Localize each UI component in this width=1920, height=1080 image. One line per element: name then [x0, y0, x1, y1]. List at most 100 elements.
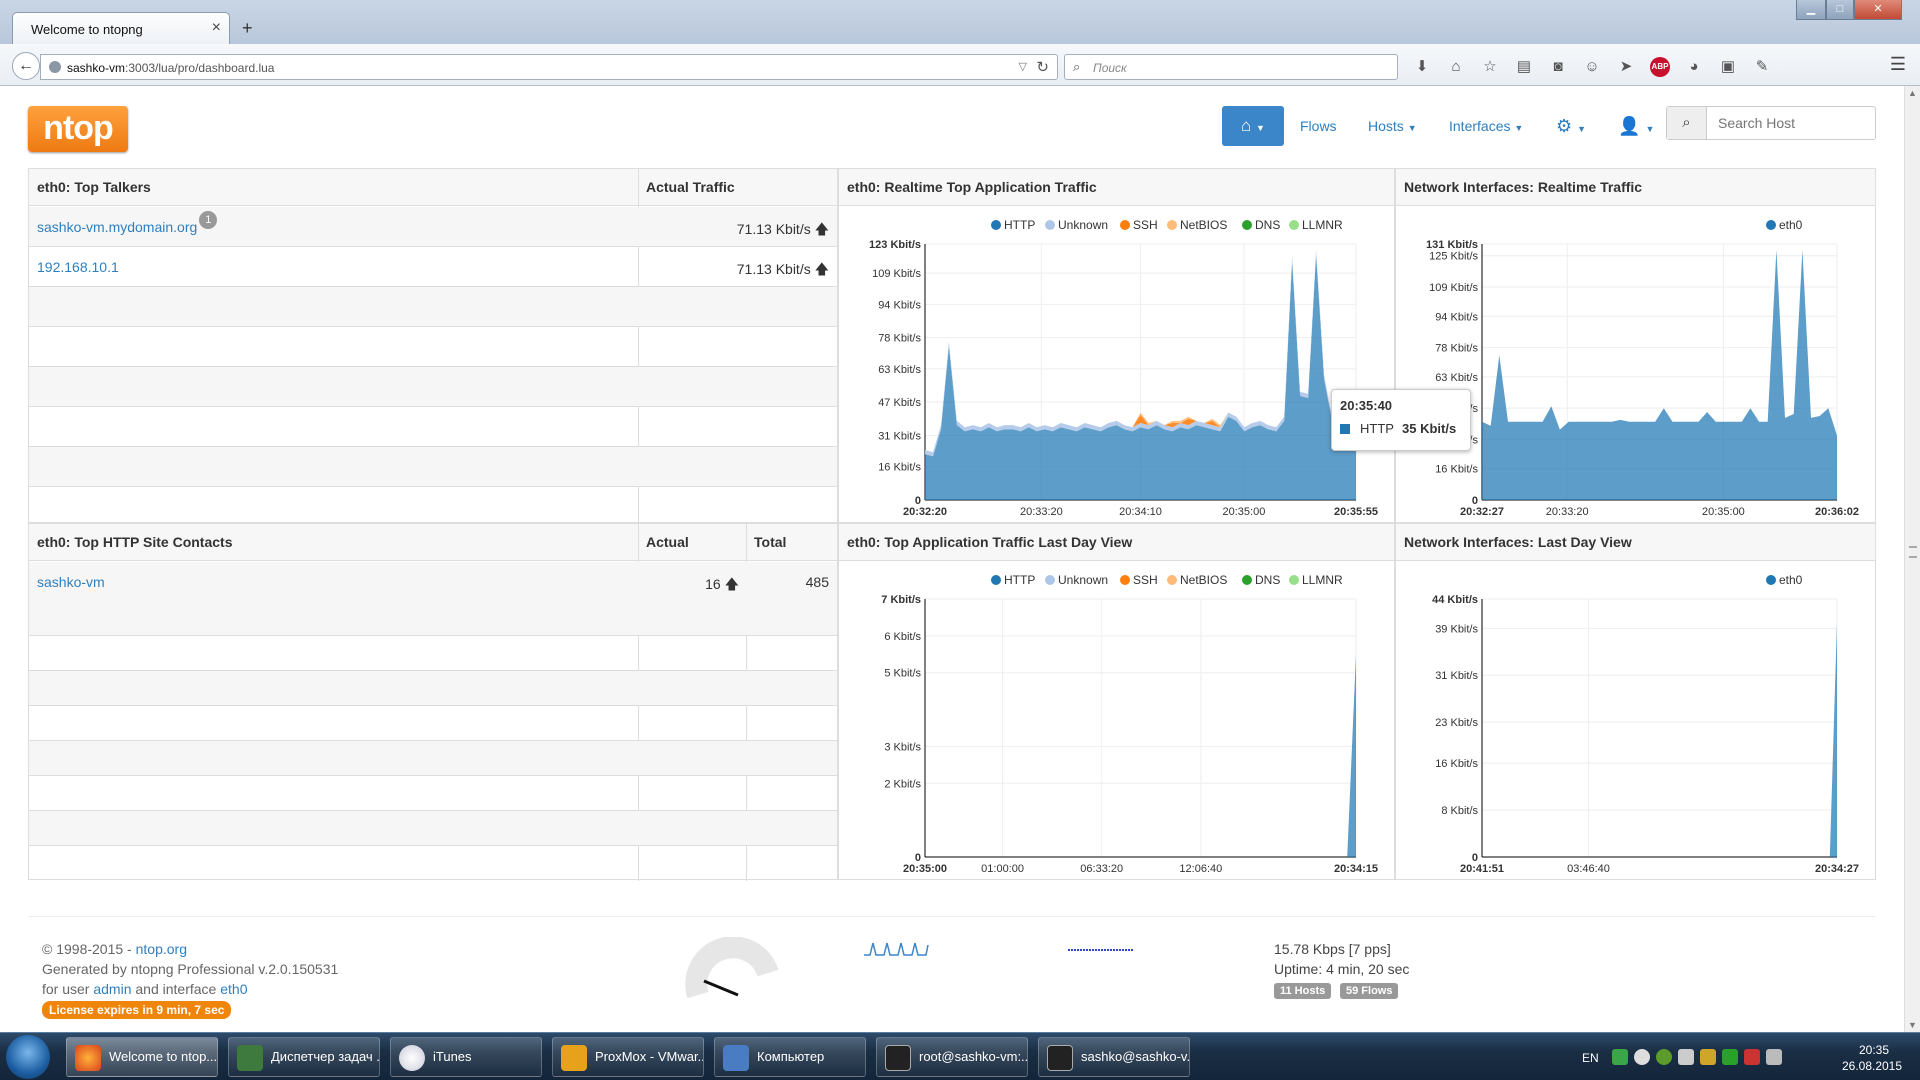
interfaces-menu[interactable]: Interfaces ▼ [1449, 106, 1523, 146]
scroll-down-icon[interactable]: ▼ [1908, 1020, 1917, 1030]
reload-icon[interactable]: ↻ [1036, 58, 1049, 76]
legend-swatch [1120, 220, 1130, 230]
legend-label: Unknown [1058, 573, 1108, 587]
new-tab-icon[interactable]: + [242, 18, 253, 39]
tray-security-icon[interactable] [1656, 1049, 1672, 1065]
table-row [29, 487, 837, 527]
task-vmware[interactable]: ProxMox - VMwar... [552, 1037, 704, 1077]
close-window-icon[interactable]: ✕ [1854, 0, 1902, 20]
y-tick-label: 94 Kbit/s [1435, 311, 1478, 323]
tray-sound-icon[interactable] [1766, 1049, 1782, 1065]
browser-search-box[interactable]: ⌕ Поиск [1064, 54, 1398, 80]
url-bar[interactable]: sashko-vm:3003/lua/pro/dashboard.lua ▽ ↻ [40, 54, 1058, 80]
clock-date[interactable]: 26.08.2015 [1836, 1059, 1908, 1073]
hosts-count-badge[interactable]: 11 Hosts [1274, 983, 1332, 999]
browser-tab[interactable]: Welcome to ntopng × [12, 12, 230, 44]
user-icon: 👤 [1618, 116, 1641, 136]
chevron-down-icon: ▼ [1407, 123, 1417, 133]
eth0-link[interactable]: eth0 [220, 981, 247, 997]
table-row [29, 671, 837, 706]
start-button-icon[interactable] [6, 1035, 50, 1079]
language-indicator[interactable]: EN [1582, 1051, 1599, 1065]
minimize-icon[interactable]: ▁ [1796, 0, 1826, 20]
task-task-manager[interactable]: Диспетчер задач ... [228, 1037, 380, 1077]
legend-swatch [1289, 220, 1299, 230]
tooltip-series: HTTP [1360, 421, 1394, 436]
x-tick-label: 12:06:40 [1179, 863, 1222, 875]
y-tick-label: 31 Kbit/s [1435, 670, 1478, 682]
tooltip-time: 20:35:40 [1340, 398, 1393, 413]
task-itunes[interactable]: iTunes [390, 1037, 542, 1077]
legend-swatch [1167, 575, 1177, 585]
admin-link[interactable]: admin [93, 981, 131, 997]
search-button[interactable]: ⌕ [1667, 107, 1707, 139]
clock-time[interactable]: 20:35 [1844, 1043, 1904, 1057]
send-icon[interactable]: ➤ [1612, 54, 1640, 80]
pocket-icon[interactable]: ◙ [1544, 54, 1572, 80]
app-realtime-chart[interactable]: HTTP Unknown SSH NetBIOS DNS LLMNR 0 16 Kbit/s 3… [839, 207, 1394, 522]
site-link[interactable]: sashko-vm [37, 574, 105, 590]
bookmark-star-icon[interactable]: ☆ [1476, 54, 1504, 80]
reading-list-icon[interactable]: ▤ [1510, 54, 1538, 80]
tray-flag-icon[interactable] [1744, 1049, 1760, 1065]
tray-network-icon[interactable] [1612, 1049, 1628, 1065]
download-icon[interactable]: ⬇ [1408, 54, 1436, 80]
tray-update-icon[interactable] [1634, 1049, 1650, 1065]
y-tick-label: 7 Kbit/s [881, 594, 921, 606]
x-tick-label: 20:36:02 [1815, 506, 1859, 518]
y-tick-label: 44 Kbit/s [1432, 594, 1478, 606]
close-tab-icon[interactable]: × [212, 19, 221, 37]
flows-link[interactable]: Flows [1300, 106, 1337, 146]
task-manager-icon [237, 1045, 263, 1071]
home-menu-button[interactable]: ⌂ ▼ [1222, 106, 1284, 146]
menu-icon[interactable]: ☰ [1890, 54, 1906, 75]
task-computer[interactable]: Компьютер [714, 1037, 866, 1077]
scroll-grip-icon[interactable] [1909, 546, 1917, 558]
task-firefox[interactable]: Welcome to ntop... [66, 1037, 218, 1077]
extension-face-icon[interactable]: ☺ [1578, 54, 1606, 80]
home-icon[interactable]: ⌂ [1442, 54, 1470, 80]
chart-svg: eth008 Kbit/s16 Kbit/s23 Kbit/s31 Kbit/s… [1432, 573, 1859, 875]
tray-check-icon[interactable] [1722, 1049, 1738, 1065]
site-identity-icon[interactable] [49, 61, 61, 73]
back-arrow-icon[interactable]: ← [12, 52, 40, 80]
ntop-logo[interactable]: ntop [28, 106, 128, 152]
tray-app-icon[interactable] [1678, 1049, 1694, 1065]
legend-swatch [1242, 220, 1252, 230]
hosts-menu[interactable]: Hosts ▼ [1368, 106, 1417, 146]
search-host-input[interactable] [1708, 107, 1874, 139]
task-user-terminal[interactable]: sashko@sashko-v... [1038, 1037, 1190, 1077]
search-icon: ⌕ [1073, 59, 1081, 74]
top-talkers-title: eth0: Top Talkers [29, 169, 638, 206]
host-link[interactable]: sashko-vm.mydomain.org 1 [37, 211, 218, 237]
if-realtime-chart[interactable]: eth0016 Kbit/s31 Kbit/s47 Kbit/s63 Kbit/… [1396, 207, 1875, 522]
ntop-org-link[interactable]: ntop.org [136, 941, 187, 957]
x-tick-label: 01:00:00 [981, 863, 1024, 875]
y-tick-label: 109 Kbit/s [1429, 282, 1478, 294]
settings-menu[interactable]: ⚙ ▼ [1556, 106, 1586, 146]
translate-icon[interactable]: ▣ [1714, 54, 1742, 80]
chevron-down-icon: ▼ [1514, 123, 1524, 133]
host-link[interactable]: 192.168.10.1 [37, 259, 119, 275]
y-tick-label: 5 Kbit/s [884, 668, 921, 680]
if-lastday-chart[interactable]: eth0 0 8 Kbit/s 16 Kbit/s 23 Kbit/s 31 Kbit/s… [1396, 562, 1875, 879]
user-menu[interactable]: 👤 ▼ [1618, 106, 1654, 146]
flows-count-badge[interactable]: 59 Flows [1340, 983, 1399, 999]
scroll-up-icon[interactable]: ▲ [1908, 88, 1917, 98]
legend-label: eth0 [1779, 218, 1803, 232]
task-root-terminal[interactable]: root@sashko-vm:... [876, 1037, 1028, 1077]
browser-navbar: ← sashko-vm:3003/lua/pro/dashboard.lua ▽… [0, 44, 1920, 86]
traffic-value: 71.13 Kbit/s 🡅 [736, 261, 829, 277]
adblock-icon[interactable]: ABP [1650, 57, 1670, 77]
chat-icon[interactable]: ◕ [1680, 54, 1708, 80]
browser-search-placeholder: Поиск [1093, 61, 1127, 75]
url-dropdown-icon[interactable]: ▽ [1019, 60, 1027, 73]
y-tick-label: 131 Kbit/s [1426, 239, 1478, 251]
page-scrollbar[interactable]: ▲ ▼ [1904, 86, 1920, 1032]
host-search: ⌕ [1666, 106, 1876, 140]
table-row: sashko-vm.mydomain.org 1 71.13 Kbit/s 🡅 [29, 207, 837, 247]
app-lastday-chart[interactable]: HTTP Unknown SSH NetBIOS DNS LLMNR 0 2 Kbit/s 3 … [839, 562, 1394, 879]
tools-icon[interactable]: ✎ [1748, 54, 1776, 80]
maximize-icon[interactable]: □ [1826, 0, 1854, 20]
tray-folder-icon[interactable] [1700, 1049, 1716, 1065]
